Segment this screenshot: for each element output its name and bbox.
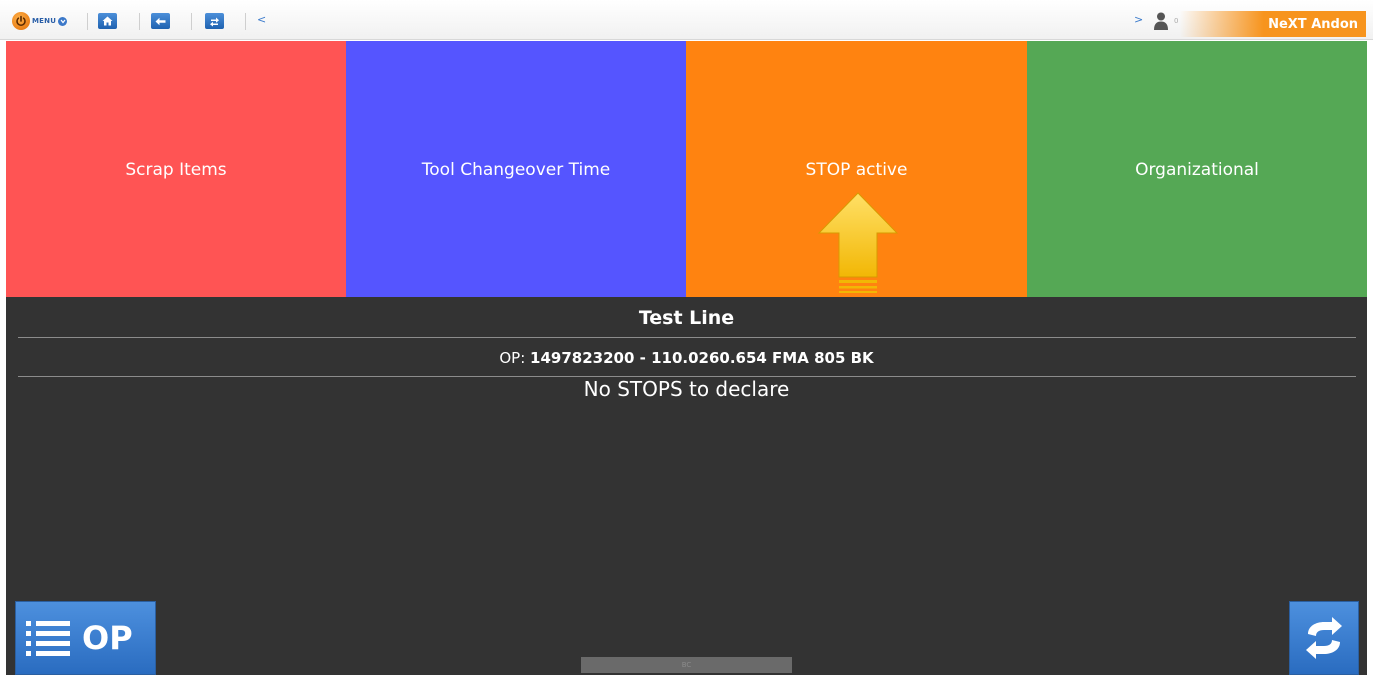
scroll-left-chevron[interactable]: < xyxy=(257,13,266,26)
user-count: 0 xyxy=(1174,17,1179,25)
tile-stop-active[interactable]: STOP active xyxy=(686,41,1027,297)
operation-row: OP: 1497823200 - 110.0260.654 FMA 805 BK xyxy=(6,349,1367,367)
scroll-right-chevron[interactable]: > xyxy=(1134,13,1143,26)
tile-tool-changeover-time[interactable]: Tool Changeover Time xyxy=(346,41,686,297)
back-button[interactable] xyxy=(151,13,170,29)
tile-scrap-items[interactable]: Scrap Items xyxy=(6,41,346,297)
toolbar-divider xyxy=(191,13,192,30)
home-icon xyxy=(102,16,113,26)
op-button-label: OP xyxy=(82,619,133,657)
power-icon xyxy=(12,12,30,30)
menu-dropdown-icon xyxy=(58,16,68,26)
menu-label: MENU xyxy=(32,17,57,25)
toolbar-divider xyxy=(245,13,246,30)
user-icon[interactable] xyxy=(1153,11,1169,31)
tile-label: Scrap Items xyxy=(125,160,227,180)
line-status-panel: Test Line OP: 1497823200 - 110.0260.654 … xyxy=(6,297,1367,675)
op-prefix: OP: xyxy=(499,349,526,367)
list-icon xyxy=(26,621,70,656)
tile-label: STOP active xyxy=(805,160,908,180)
brand-title: NeXT Andon xyxy=(1180,11,1366,37)
status-message: No STOPS to declare xyxy=(583,377,790,401)
bottom-handle[interactable]: BC xyxy=(581,657,792,673)
andon-app: MENU < > 0 NeXT Andon Scrap Items Tool C… xyxy=(0,0,1373,675)
menu-button[interactable]: MENU xyxy=(12,12,82,30)
refresh-icon xyxy=(1306,617,1342,659)
divider xyxy=(18,337,1356,338)
refresh-button[interactable] xyxy=(1289,601,1359,675)
back-arrow-icon xyxy=(155,17,166,25)
toolbar-divider xyxy=(87,13,88,30)
op-list-button[interactable]: OP xyxy=(15,601,156,675)
toolbar-divider xyxy=(139,13,140,30)
top-toolbar: MENU < > 0 NeXT Andon xyxy=(0,0,1373,40)
tile-label: Tool Changeover Time xyxy=(421,160,611,180)
up-arrow-icon xyxy=(817,192,899,293)
tile-organizational[interactable]: Organizational xyxy=(1027,41,1367,297)
swap-icon xyxy=(210,17,219,26)
tile-label: Organizational xyxy=(1135,160,1259,180)
line-title: Test Line xyxy=(638,307,735,329)
home-button[interactable] xyxy=(98,13,117,29)
switch-button[interactable] xyxy=(205,13,224,29)
op-value: 1497823200 - 110.0260.654 FMA 805 BK xyxy=(530,349,874,367)
